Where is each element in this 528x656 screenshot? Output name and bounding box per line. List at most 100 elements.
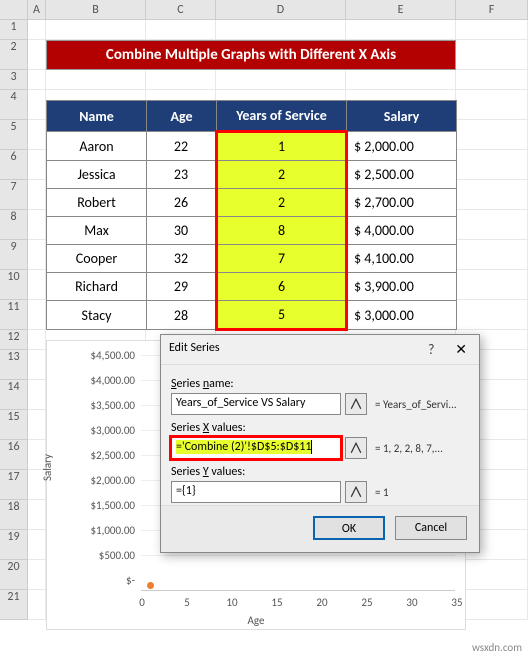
cell-salary[interactable]: $ 4,100.00 [347,245,457,273]
row-header-8[interactable]: 8 [0,210,28,240]
row-header-2[interactable]: 2 [0,40,28,70]
y-tick: $2,000.00 [75,474,135,487]
row-header-1[interactable]: 1 [0,20,28,40]
cell-yos[interactable]: 2 [217,189,347,217]
row-header-4[interactable]: 4 [0,90,28,120]
x-tick: 15 [262,596,292,609]
table-row: Stacy 28 5 $ 3,000.00 [47,301,457,330]
cell-age[interactable]: 23 [147,161,217,189]
title-banner: Combine Multiple Graphs with Different X… [46,40,456,70]
col-header-F[interactable]: F [456,0,528,19]
x-tick: 10 [217,596,247,609]
data-table: Name Age Years of Service Salary Aaron 2… [46,100,457,331]
cell-salary[interactable]: $ 3,900.00 [347,273,457,301]
range-picker-icon[interactable] [345,481,367,503]
corner-cell[interactable] [0,0,28,19]
cell-salary[interactable]: $ 4,000.00 [347,217,457,245]
series-x-input[interactable]: ='Combine (2)'!$D$5:$D$11 [171,437,341,459]
table-row: Max 30 8 $ 4,000.00 [47,217,457,245]
edit-series-dialog: Edit Series ? ✕ Series name: Years_of_Se… [160,334,480,553]
row-header-7[interactable]: 7 [0,180,28,210]
y-tick: $500.00 [75,549,135,562]
x-tick: 0 [127,596,157,609]
col-header-D[interactable]: D [216,0,346,19]
series-y-input[interactable]: ={1} [171,481,341,503]
y-tick: $2,500.00 [75,449,135,462]
data-point [147,582,154,589]
x-tick: 35 [442,596,472,609]
cell-salary[interactable]: $ 2,000.00 [347,132,457,161]
close-icon[interactable]: ✕ [451,341,471,358]
col-header-B[interactable]: B [46,0,146,19]
cell-age[interactable]: 29 [147,273,217,301]
cell-yos[interactable]: 7 [217,245,347,273]
cell-yos[interactable]: 6 [217,273,347,301]
series-x-result: = 1, 2, 2, 8, 7,... [375,442,443,455]
cell-salary[interactable]: $ 2,700.00 [347,189,457,217]
table-row: Cooper 32 7 $ 4,100.00 [47,245,457,273]
cell-name[interactable]: Stacy [47,301,147,330]
cell-age[interactable]: 32 [147,245,217,273]
header-yos[interactable]: Years of Service [217,101,347,132]
series-y-result: = 1 [375,486,389,499]
table-row: Aaron 22 1 $ 2,000.00 [47,132,457,161]
cell-yos[interactable]: 5 [217,301,347,330]
y-tick: $1,500.00 [75,499,135,512]
help-icon[interactable]: ? [428,341,435,358]
chart-xlabel: Age [47,614,465,627]
cell-name[interactable]: Cooper [47,245,147,273]
dialog-title: Edit Series [169,341,220,358]
row-header-5[interactable]: 5 [0,120,28,150]
table-row: Richard 29 6 $ 3,900.00 [47,273,457,301]
y-tick: $3,500.00 [75,399,135,412]
row-header-21[interactable]: 21 [0,590,28,620]
cell-name[interactable]: Aaron [47,132,147,161]
row-header-9[interactable]: 9 [0,240,28,270]
row-header-14[interactable]: 14 [0,380,28,410]
series-name-input[interactable]: Years_of_Service VS Salary [171,393,341,415]
cell-age[interactable]: 22 [147,132,217,161]
row-header-10[interactable]: 10 [0,270,28,300]
cell-yos[interactable]: 8 [217,217,347,245]
cell-age[interactable]: 30 [147,217,217,245]
cell-age[interactable]: 28 [147,301,217,330]
row-header-13[interactable]: 13 [0,350,28,380]
row-header-11[interactable]: 11 [0,300,28,330]
range-picker-icon[interactable] [345,437,367,459]
row-header-3[interactable]: 3 [0,70,28,90]
header-age[interactable]: Age [147,101,217,132]
series-x-label: Series X values: [171,421,469,435]
column-headers: A B C D E F [0,0,528,20]
header-name[interactable]: Name [47,101,147,132]
row-header-15[interactable]: 15 [0,410,28,440]
header-salary[interactable]: Salary [347,101,457,132]
cell-salary[interactable]: $ 3,000.00 [347,301,457,330]
col-header-E[interactable]: E [346,0,456,19]
col-header-C[interactable]: C [146,0,216,19]
cell-salary[interactable]: $ 2,500.00 [347,161,457,189]
cell-name[interactable]: Robert [47,189,147,217]
cell-name[interactable]: Richard [47,273,147,301]
row-header-18[interactable]: 18 [0,500,28,530]
range-picker-icon[interactable] [345,393,367,415]
series-name-label: Series name: [171,377,469,391]
row-header-6[interactable]: 6 [0,150,28,180]
ok-button[interactable]: OK [313,516,385,540]
row-header-17[interactable]: 17 [0,470,28,500]
row-header-19[interactable]: 19 [0,530,28,560]
table-row: Jessica 23 2 $ 2,500.00 [47,161,457,189]
cell-age[interactable]: 26 [147,189,217,217]
chart-ylabel: Salary [41,454,54,481]
cell-yos[interactable]: 1 [217,132,347,161]
cell-name[interactable]: Jessica [47,161,147,189]
row-header-12[interactable]: 12 [0,330,28,350]
cancel-button[interactable]: Cancel [395,516,467,540]
col-header-A[interactable]: A [28,0,46,19]
row-header-16[interactable]: 16 [0,440,28,470]
watermark: wsxdn.com [472,641,522,654]
x-tick: 5 [172,596,202,609]
y-tick: $- [75,574,135,587]
row-header-20[interactable]: 20 [0,560,28,590]
cell-yos[interactable]: 2 [217,161,347,189]
cell-name[interactable]: Max [47,217,147,245]
